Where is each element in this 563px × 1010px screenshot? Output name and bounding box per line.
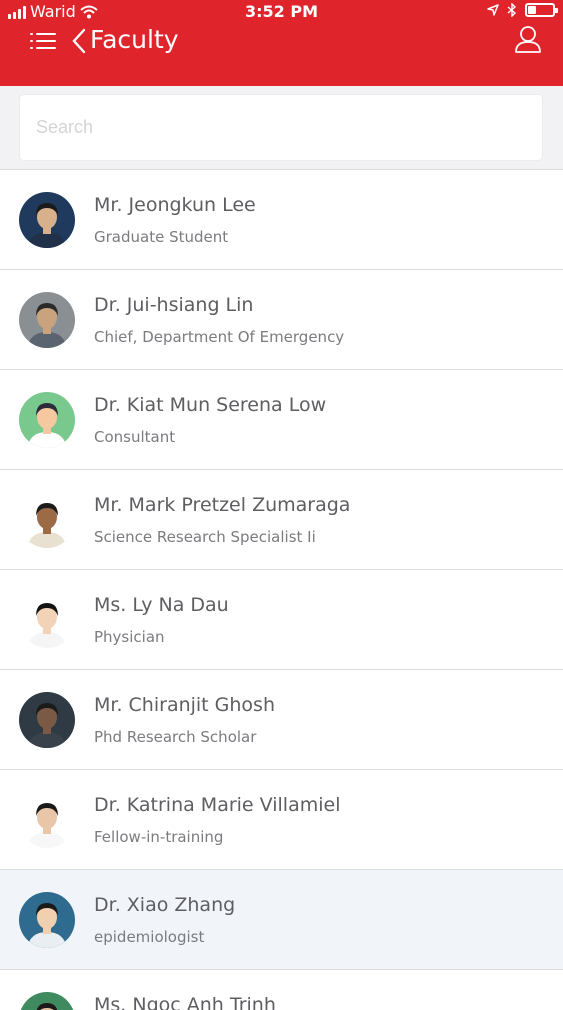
location-arrow-icon bbox=[487, 4, 499, 16]
faculty-row[interactable]: Mr. Jeongkun Lee Graduate Student bbox=[0, 170, 563, 270]
faculty-title: Consultant bbox=[94, 428, 176, 446]
faculty-name: Mr. Chiranjit Ghosh bbox=[94, 694, 276, 716]
faculty-avatar bbox=[19, 392, 75, 448]
faculty-row[interactable]: Dr. Xiao Zhang epidemiologist bbox=[0, 870, 563, 970]
faculty-avatar bbox=[19, 592, 75, 648]
faculty-row[interactable]: Ms. Ngoc Anh Trinh bbox=[0, 970, 563, 1010]
faculty-avatar bbox=[19, 992, 75, 1010]
faculty-row[interactable]: Mr. Chiranjit Ghosh Phd Research Scholar bbox=[0, 670, 563, 770]
app-header: Warid 3:52 PM Faculty bbox=[0, 0, 563, 86]
faculty-title: Chief, Department Of Emergency bbox=[94, 328, 345, 346]
faculty-avatar bbox=[19, 292, 75, 348]
faculty-row[interactable]: Ms. Ly Na Dau Physician bbox=[0, 570, 563, 670]
battery-level bbox=[528, 6, 536, 14]
faculty-name: Mr. Jeongkun Lee bbox=[94, 194, 256, 216]
search-input[interactable] bbox=[20, 95, 542, 160]
faculty-name: Ms. Ly Na Dau bbox=[94, 594, 229, 616]
faculty-row[interactable]: Dr. Katrina Marie Villamiel Fellow-in-tra… bbox=[0, 770, 563, 870]
faculty-row[interactable]: Dr. Jui-hsiang Lin Chief, Department Of E… bbox=[0, 270, 563, 370]
faculty-avatar bbox=[19, 692, 75, 748]
faculty-name: Mr. Mark Pretzel Zumaraga bbox=[94, 494, 351, 516]
battery-icon bbox=[525, 3, 558, 17]
faculty-title: Phd Research Scholar bbox=[94, 728, 257, 746]
status-right bbox=[487, 3, 558, 17]
page-title[interactable]: Faculty bbox=[90, 24, 179, 56]
faculty-row[interactable]: Mr. Mark Pretzel Zumaraga Science Researc… bbox=[0, 470, 563, 570]
faculty-title: epidemiologist bbox=[94, 928, 205, 946]
faculty-name: Dr. Xiao Zhang bbox=[94, 894, 236, 916]
nav-bar: Faculty bbox=[0, 24, 563, 64]
faculty-title: Graduate Student bbox=[94, 228, 229, 246]
user-profile-icon[interactable] bbox=[513, 24, 543, 54]
bluetooth-icon bbox=[507, 3, 517, 17]
hamburger-menu-icon[interactable] bbox=[30, 30, 56, 52]
faculty-row[interactable]: Dr. Kiat Mun Serena Low Consultant bbox=[0, 370, 563, 470]
status-time: 3:52 PM bbox=[244, 2, 318, 21]
chevron-left-icon[interactable] bbox=[70, 27, 88, 55]
faculty-avatar bbox=[19, 892, 75, 948]
faculty-name: Ms. Ngoc Anh Trinh bbox=[94, 994, 276, 1010]
faculty-name: Dr. Katrina Marie Villamiel bbox=[94, 794, 341, 816]
search-bar bbox=[20, 95, 542, 160]
faculty-title: Fellow-in-training bbox=[94, 828, 224, 846]
faculty-avatar bbox=[19, 192, 75, 248]
faculty-list: Mr. Jeongkun Lee Graduate Student Dr. Jui-… bbox=[0, 169, 563, 1010]
faculty-avatar bbox=[19, 492, 75, 548]
status-bar: Warid 3:52 PM bbox=[0, 0, 563, 24]
faculty-name: Dr. Kiat Mun Serena Low bbox=[94, 394, 327, 416]
faculty-avatar bbox=[19, 792, 75, 848]
faculty-name: Dr. Jui-hsiang Lin bbox=[94, 294, 254, 316]
faculty-title: Science Research Specialist Ii bbox=[94, 528, 316, 546]
faculty-title: Physician bbox=[94, 628, 165, 646]
